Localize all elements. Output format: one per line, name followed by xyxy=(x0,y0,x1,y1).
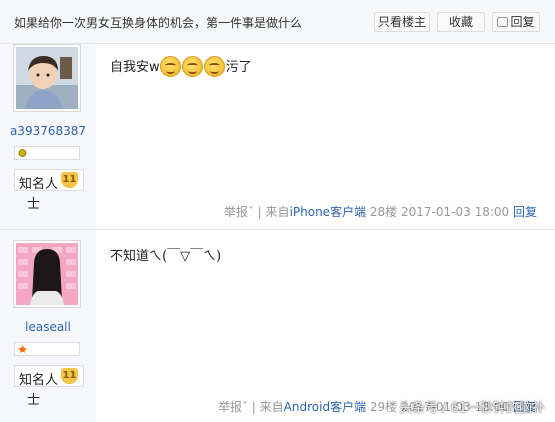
client-link[interactable]: iPhone客户端 xyxy=(290,205,367,219)
post: a393768387 知名人 11 士 自我安w 污了 举报ˇ | 来自iPhon… xyxy=(0,44,555,229)
report-link[interactable]: 举报ˇ xyxy=(224,205,254,219)
client-prefix: 来自 xyxy=(259,400,284,414)
reply-icon xyxy=(497,17,509,27)
favorite-button[interactable]: 收藏 xyxy=(437,12,485,32)
floor-number: 28楼 xyxy=(369,205,398,219)
watermark: 头条号 / 61一秒钟的脑补 xyxy=(398,401,545,416)
level-badge[interactable]: 知名人 11 xyxy=(14,169,84,192)
level-title-tail: 士 xyxy=(27,393,41,408)
meta-separator: | xyxy=(257,205,262,219)
badge-icon xyxy=(18,345,27,353)
content-text: 污了 xyxy=(225,60,252,75)
meta-separator: | xyxy=(251,400,256,414)
content-text: 不知道ㄟ(￣▽￣ㄟ) xyxy=(110,249,222,264)
client-prefix: 来自 xyxy=(265,205,290,219)
smile-emoji-icon xyxy=(160,56,182,77)
avatar-image xyxy=(16,47,78,109)
reply-button[interactable]: 回复 xyxy=(492,12,540,32)
only-op-button[interactable]: 只看楼主 xyxy=(374,12,430,32)
content-text: 自我安w xyxy=(110,60,160,75)
post: leaseall 知名人 11 士 不知道ㄟ(￣▽￣ㄟ) 举报ˇ | 来自And… xyxy=(0,229,555,422)
thread-header: 如果给你一次男女互换身体的机会，第一件事是做什么 只看楼主 收藏 回复 xyxy=(0,0,555,44)
username[interactable]: a393768387 xyxy=(0,124,96,138)
report-link[interactable]: 举报ˇ xyxy=(218,400,248,414)
reply-button-label: 回复 xyxy=(510,15,535,29)
level-title: 知名人 xyxy=(19,373,59,388)
thread-title: 如果给你一次男女互换身体的机会，第一件事是做什么 xyxy=(14,16,303,30)
level-title-tail: 士 xyxy=(27,197,41,212)
author-sidebar: leaseall 知名人 11 士 xyxy=(0,230,96,422)
smile-emoji-icon xyxy=(204,56,226,77)
avatar[interactable] xyxy=(13,240,81,308)
smile-emoji-icon xyxy=(182,56,204,77)
avatar-image xyxy=(16,243,78,305)
avatar[interactable] xyxy=(13,44,81,112)
username[interactable]: leaseall xyxy=(0,320,96,334)
post-reply-link[interactable]: 回复 xyxy=(513,205,537,219)
author-sidebar: a393768387 知名人 11 士 xyxy=(0,44,96,229)
floor-number: 29楼 xyxy=(369,400,398,414)
post-meta: 举报ˇ | 来自iPhone客户端 28楼 2017-01-03 18:00 回… xyxy=(224,203,537,220)
level-number: 11 xyxy=(61,172,78,188)
post-time: 2017-01-03 18:00 xyxy=(401,205,510,219)
badge-icon xyxy=(18,149,27,157)
level-badge[interactable]: 知名人 11 xyxy=(14,365,84,388)
client-link[interactable]: Android客户端 xyxy=(284,400,366,414)
level-number: 11 xyxy=(61,368,78,384)
post-content: 不知道ㄟ(￣▽￣ㄟ) xyxy=(110,245,221,264)
post-content: 自我安w 污了 xyxy=(110,56,252,77)
level-title: 知名人 xyxy=(19,177,59,192)
fan-badge xyxy=(14,146,80,160)
fan-badge xyxy=(14,342,80,356)
